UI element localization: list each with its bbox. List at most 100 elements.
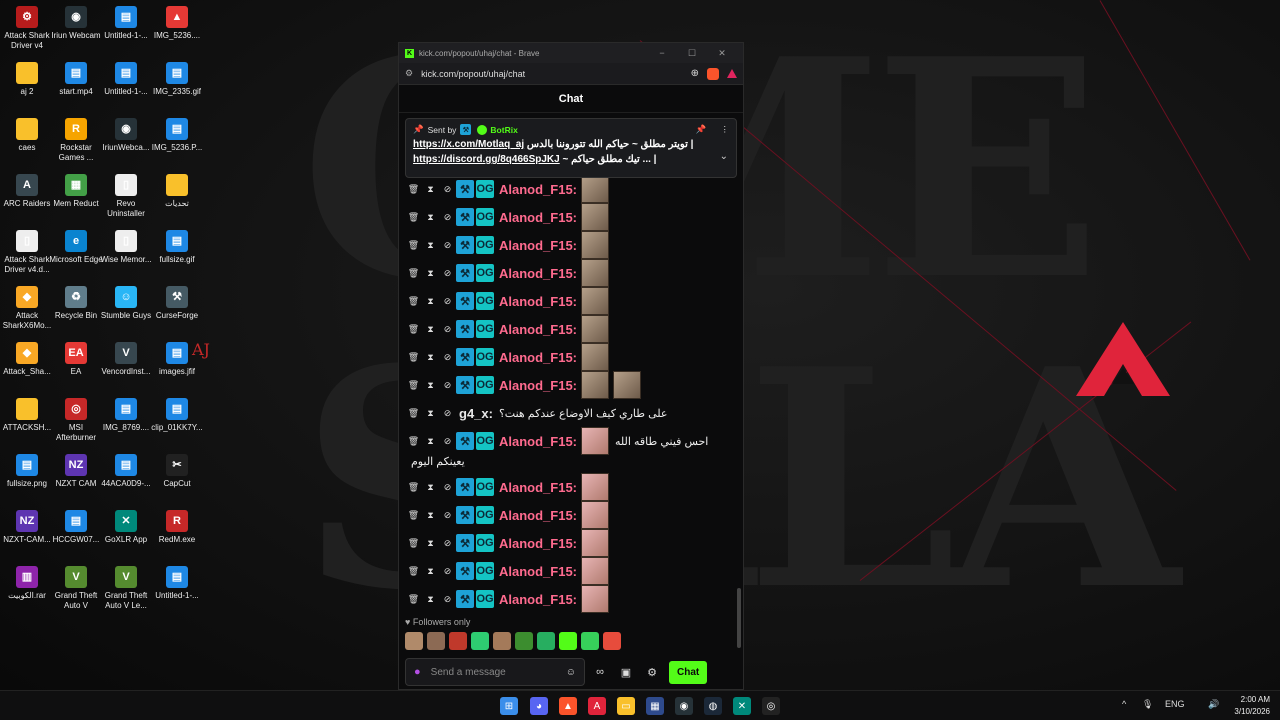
desktop-icon[interactable]: R RedM.exe <box>150 510 204 545</box>
ban-icon[interactable]: ⊘ <box>439 296 456 307</box>
desktop-icon[interactable]: e Microsoft Edge <box>49 230 103 265</box>
emote-icon[interactable] <box>537 632 555 650</box>
desktop-icon[interactable]: ▤ start.mp4 <box>49 62 103 97</box>
desktop-icon[interactable]: ▯ Revo Uninstaller <box>99 174 153 219</box>
delete-icon[interactable]: 🗑 <box>405 380 422 391</box>
emote-icon[interactable] <box>603 632 621 650</box>
chat-message[interactable]: 🗑 ⧗ ⊘ ⚒ OG Alanod_F15: <box>405 371 735 399</box>
chat-message[interactable]: 🗑 ⧗ ⊘ ⚒ OG Alanod_F15: <box>405 315 735 343</box>
timeout-icon[interactable]: ⧗ <box>422 594 439 605</box>
discord-icon[interactable]: ◕ <box>530 697 548 715</box>
chat-message[interactable]: 🗑 ⧗ ⊘ ⚒ OG Alanod_F15: <box>405 473 735 501</box>
url-text[interactable]: kick.com/popout/uhaj/chat <box>421 69 683 79</box>
desktop-icon[interactable]: ▲ IMG_5236.... <box>150 6 204 41</box>
chat-message[interactable]: 🗑 ⧗ ⊘ ⚒ OG Alanod_F15: <box>405 343 735 371</box>
desktop-icon[interactable]: ATTACKSH... <box>0 398 54 433</box>
delete-icon[interactable]: 🗑 <box>405 482 422 493</box>
chat-username[interactable]: Alanod_F15: <box>499 210 577 225</box>
timeout-icon[interactable]: ⧗ <box>422 538 439 549</box>
desktop-icon[interactable]: ▤ Untitled-1-... <box>150 566 204 601</box>
zoom-icon[interactable]: ⊕ <box>691 68 699 79</box>
timeout-icon[interactable]: ⧗ <box>422 296 439 307</box>
system-clock[interactable]: 2:00 AM 3/10/2026 <box>1234 694 1270 718</box>
unpin-icon[interactable]: 📌 <box>696 124 707 135</box>
chat-username[interactable]: Alanod_F15: <box>499 378 577 393</box>
ban-icon[interactable]: ⊘ <box>439 212 456 223</box>
chat-message[interactable]: 🗑 ⧗ ⊘ ⚒ OG Alanod_F15: <box>405 175 735 203</box>
desktop-icon[interactable]: ▤ images.jfif <box>150 342 204 377</box>
chat-username[interactable]: Alanod_F15: <box>499 564 577 579</box>
maximize-button[interactable]: ☐ <box>677 48 707 59</box>
microphone-tray-icon[interactable]: 🎙 <box>1142 699 1153 710</box>
desktop-icon[interactable]: ☺ Stumble Guys <box>99 286 153 321</box>
chat-username[interactable]: Alanod_F15: <box>499 294 577 309</box>
desktop-icon[interactable]: V Grand Theft Auto V <box>49 566 103 611</box>
chat-username[interactable]: Alanod_F15: <box>499 350 577 365</box>
desktop-icon[interactable]: ▦ Mem Reduct <box>49 174 103 209</box>
delete-icon[interactable]: 🗑 <box>405 268 422 279</box>
timeout-icon[interactable]: ⧗ <box>422 380 439 391</box>
desktop-icon[interactable]: ▤ Untitled-1-... <box>99 6 153 41</box>
goxlr-taskbar-icon[interactable]: ✕ <box>733 697 751 715</box>
desktop-icon[interactable]: ◉ Iriun Webcam <box>49 6 103 41</box>
desktop-icon[interactable]: ⚙ Attack Shark Driver v4 <box>0 6 54 51</box>
ban-icon[interactable]: ⊘ <box>439 240 456 251</box>
ban-icon[interactable]: ⊘ <box>439 408 456 419</box>
delete-icon[interactable]: 🗑 <box>405 352 422 363</box>
emote-icon[interactable] <box>515 632 533 650</box>
brave-rewards-icon[interactable] <box>727 69 737 78</box>
desktop-icon[interactable]: caes <box>0 118 54 153</box>
language-indicator[interactable]: ENG <box>1165 699 1185 709</box>
steam-icon[interactable]: ◍ <box>704 697 722 715</box>
ban-icon[interactable]: ⊘ <box>439 268 456 279</box>
desktop-icon[interactable]: V Grand Theft Auto V Le... <box>99 566 153 611</box>
desktop-icon[interactable]: ♻ Recycle Bin <box>49 286 103 321</box>
chat-username[interactable]: Alanod_F15: <box>499 238 577 253</box>
delete-icon[interactable]: 🗑 <box>405 436 422 447</box>
emote-icon[interactable] <box>559 632 577 650</box>
minimize-button[interactable]: − <box>647 48 677 58</box>
timeout-icon[interactable]: ⧗ <box>422 482 439 493</box>
start-windows-icon[interactable]: ⊞ <box>500 697 518 715</box>
send-chat-button[interactable]: Chat <box>669 660 708 684</box>
ban-icon[interactable]: ⊘ <box>439 538 456 549</box>
file-explorer-icon[interactable]: ▭ <box>617 697 635 715</box>
ban-icon[interactable]: ⊘ <box>439 510 456 521</box>
obs-icon[interactable]: ◎ <box>762 697 780 715</box>
desktop-icon[interactable]: V VencordInst... <box>99 342 153 377</box>
delete-icon[interactable]: 🗑 <box>405 594 422 605</box>
app-taskbar-icon[interactable]: ▦ <box>646 697 664 715</box>
ban-icon[interactable]: ⊘ <box>439 482 456 493</box>
timeout-icon[interactable]: ⧗ <box>422 240 439 251</box>
emoji-picker-icon[interactable]: ☺ <box>566 667 576 678</box>
scrollbar[interactable] <box>737 588 741 648</box>
chat-message[interactable]: 🗑 ⧗ ⊘ ⚒ OG Alanod_F15: <box>405 585 735 613</box>
chat-username[interactable]: Alanod_F15: <box>499 434 577 449</box>
chat-message[interactable]: 🗑 ⧗ ⊘ ⚒ OG Alanod_F15: <box>405 231 735 259</box>
chat-message[interactable]: 🗑 ⧗ ⊘ ⚒ OG Alanod_F15: <box>405 203 735 231</box>
delete-icon[interactable]: 🗑 <box>405 566 422 577</box>
ban-icon[interactable]: ⊘ <box>439 436 456 447</box>
chat-message[interactable]: 🗑 ⧗ ⊘ ⚒ OG Alanod_F15: <box>405 529 735 557</box>
kicks-icon[interactable]: ∞ <box>589 666 611 678</box>
desktop-icon[interactable]: NZ NZXT-CAM... <box>0 510 54 545</box>
ban-icon[interactable]: ⊘ <box>439 352 456 363</box>
ban-icon[interactable]: ⊘ <box>439 380 456 391</box>
desktop-icon[interactable]: ▤ IMG_5236.P... <box>150 118 204 153</box>
chat-message[interactable]: 🗑 ⧗ ⊘ ⚒ OG Alanod_F15: <box>405 287 735 315</box>
delete-icon[interactable]: 🗑 <box>405 296 422 307</box>
chat-message[interactable]: 🗑 ⧗ ⊘ ⚒ OG Alanod_F15: احس فيني طاقه الله <box>405 427 735 455</box>
delete-icon[interactable]: 🗑 <box>405 324 422 335</box>
emote-icon[interactable] <box>427 632 445 650</box>
chat-username[interactable]: Alanod_F15: <box>499 536 577 551</box>
desktop-icon[interactable]: ◎ MSI Afterburner <box>49 398 103 443</box>
timeout-icon[interactable]: ⧗ <box>422 436 439 447</box>
timeout-icon[interactable]: ⧗ <box>422 352 439 363</box>
emote-icon[interactable] <box>449 632 467 650</box>
volume-icon[interactable]: 🔊 <box>1208 699 1219 710</box>
chat-message[interactable]: 🗑 ⧗ ⊘ ⚒ OG Alanod_F15: <box>405 557 735 585</box>
ban-icon[interactable]: ⊘ <box>439 184 456 195</box>
brave-shields-icon[interactable] <box>707 67 719 80</box>
desktop-icon[interactable]: ✂ CapCut <box>150 454 204 489</box>
tray-chevron-up-icon[interactable]: ^ <box>1122 699 1126 709</box>
